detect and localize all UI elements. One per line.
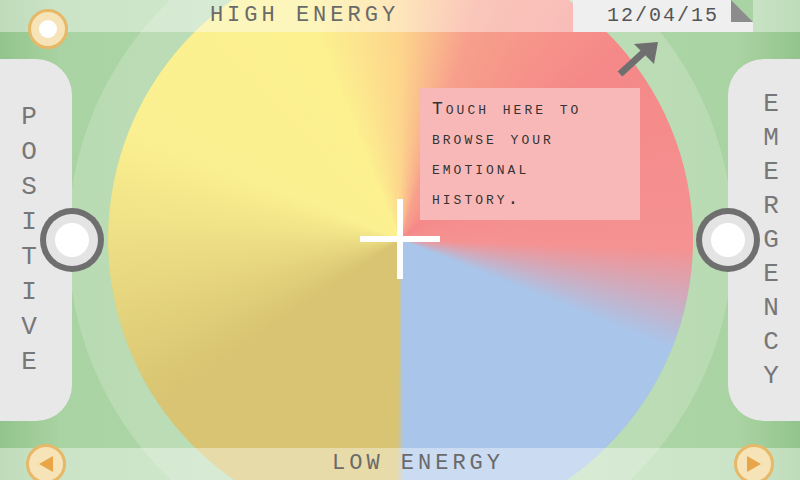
left-arrow-icon [37,454,55,474]
right-arrow-icon [745,454,763,474]
bottom-bar: LOW ENERGY [0,448,800,480]
emergency-label: EMERGENCY [758,87,784,393]
next-button[interactable] [734,444,774,480]
emergency-panel: EMERGENCY [728,59,800,421]
top-bar: HIGH ENERGY 12/04/15 [0,0,800,32]
positive-panel: POSITIVE [0,59,72,421]
right-axis-knob[interactable] [696,208,760,272]
menu-button[interactable] [28,9,68,49]
date-label: 12/04/15 [607,1,719,31]
low-energy-label: LOW ENERGY [296,453,504,475]
positive-label: POSITIVE [16,100,42,380]
high-energy-label: HIGH ENERGY [210,5,399,27]
date-box[interactable]: 12/04/15 [573,0,753,32]
crosshair [397,199,403,279]
left-axis-knob[interactable] [40,208,104,272]
prev-button[interactable] [26,444,66,480]
mood-screen: HIGH ENERGY 12/04/15 POSITIVE EMERGENCY Touc… [0,0,800,480]
history-tooltip[interactable]: Touch here to browse your emotional hist… [420,88,640,220]
pointer-arrow-icon [612,38,662,82]
